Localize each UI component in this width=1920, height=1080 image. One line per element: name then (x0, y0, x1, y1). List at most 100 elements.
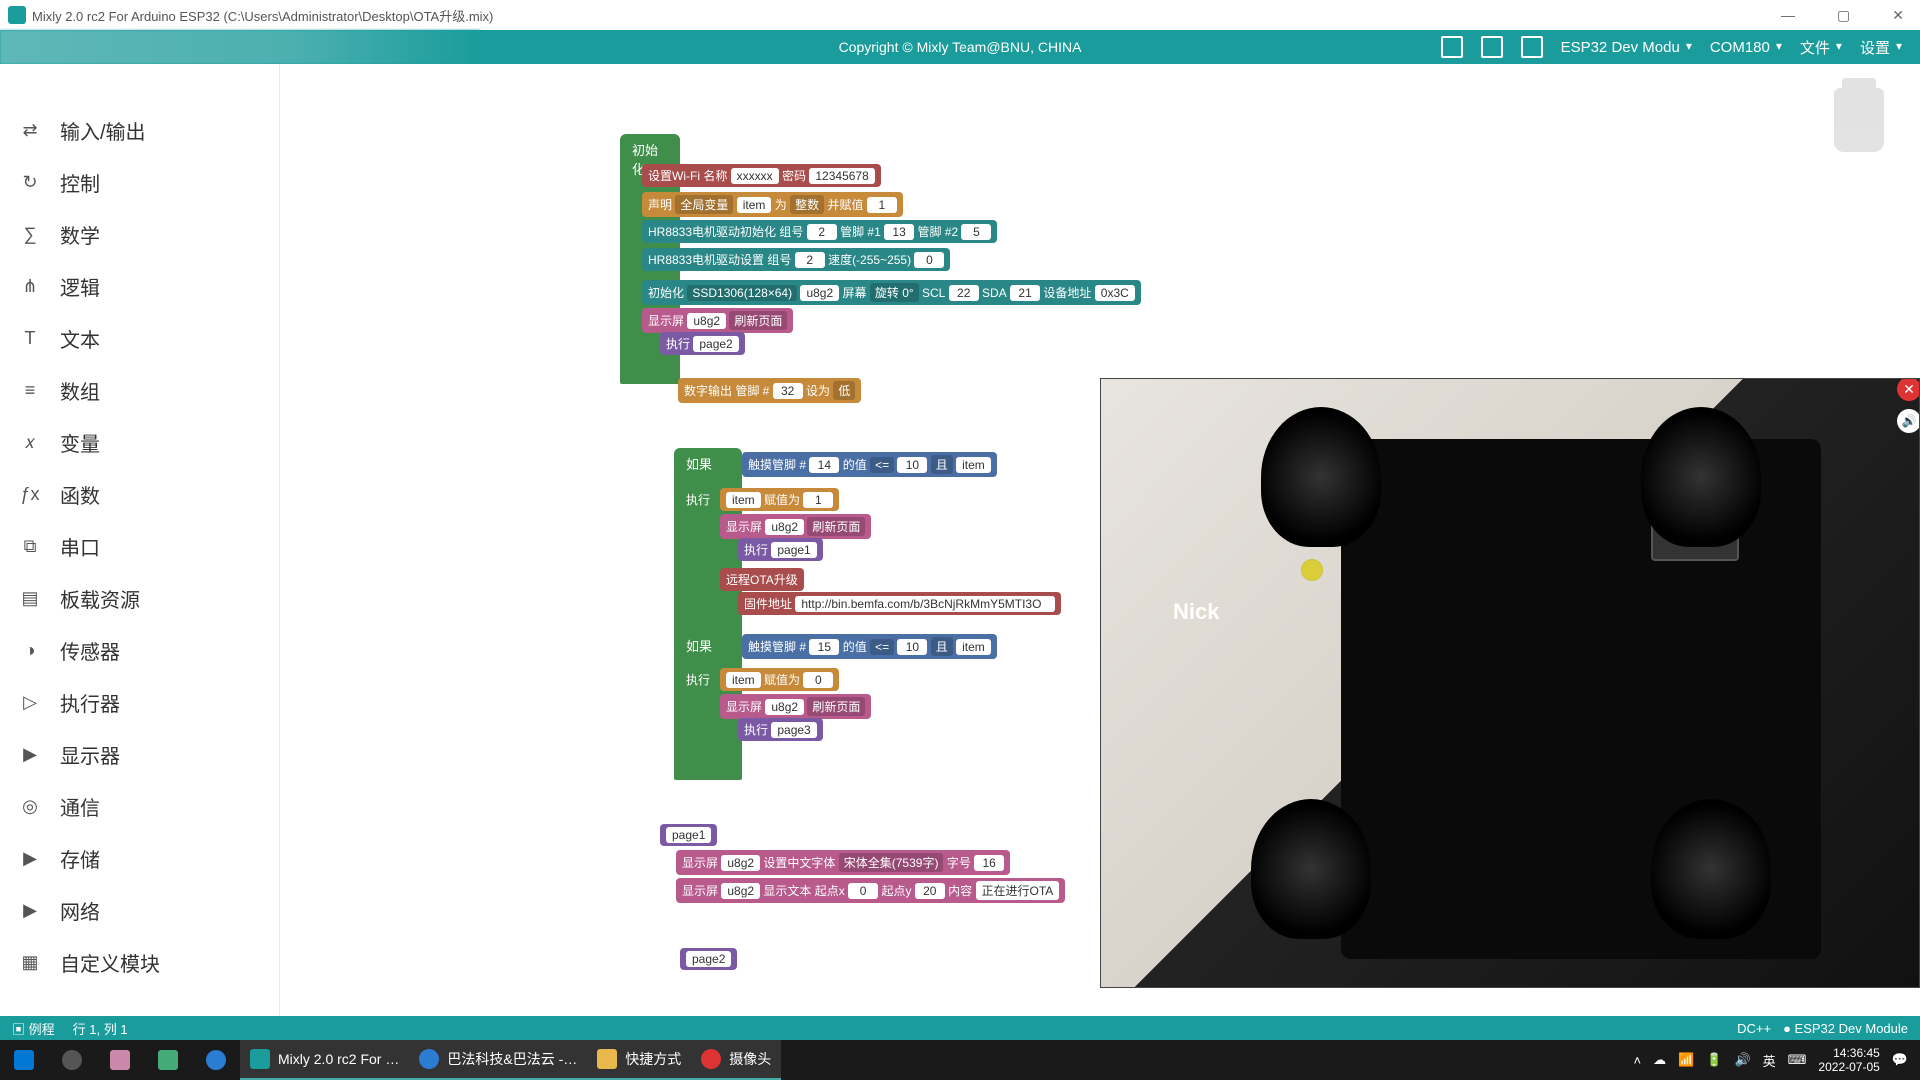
block-display-refresh-1[interactable]: 显示屏 u8g2 刷新页面 (720, 514, 871, 539)
op-field[interactable]: <= (870, 639, 894, 655)
page-name-field[interactable]: page1 (666, 827, 711, 843)
block-wifi[interactable]: 设置Wi-Fi 名称 xxxxxx 密码 12345678 (642, 164, 881, 187)
value-field[interactable]: 0 (803, 672, 833, 688)
trash-icon[interactable] (1834, 88, 1884, 152)
font-field[interactable]: 宋体全集(7539字) (839, 853, 944, 872)
layout-icon-2[interactable] (1481, 36, 1503, 58)
layout-icon-1[interactable] (1441, 36, 1463, 58)
tray-volume-icon[interactable]: 🔊 (1734, 1052, 1750, 1068)
block-canvas[interactable]: 初始化 设置Wi-Fi 名称 xxxxxx 密码 12345678 声明 全局变… (280, 64, 1920, 1040)
bus-field[interactable]: u8g2 (765, 519, 804, 535)
sidebar-item-storage[interactable]: ▶存储 (0, 832, 279, 884)
close-button[interactable]: ✕ (1884, 5, 1912, 26)
sidebar-item-variable[interactable]: 𝑥变量 (0, 416, 279, 468)
tray-clock[interactable]: 14:36:45 2022-07-05 (1818, 1046, 1879, 1075)
sda-field[interactable]: 21 (1010, 285, 1040, 301)
action-field[interactable]: 刷新页面 (729, 311, 787, 330)
threshold-field[interactable]: 10 (897, 457, 927, 473)
block-touch-cond-2[interactable]: 触摸管脚 # 15 的值 <= 10 且 item (742, 634, 997, 659)
bus-field[interactable]: u8g2 (800, 285, 839, 301)
block-touch-cond-1[interactable]: 触摸管脚 # 14 的值 <= 10 且 item (742, 452, 997, 477)
size-field[interactable]: 16 (974, 855, 1004, 871)
board-select[interactable]: ESP32 Dev Modu ▾ (1561, 39, 1692, 56)
block-display-refresh[interactable]: 显示屏 u8g2 刷新页面 (642, 308, 793, 333)
bus-field[interactable]: u8g2 (765, 699, 804, 715)
block-ota-url[interactable]: 固件地址 http://bin.bemfa.com/b/3BcNjRkMmY5M… (738, 592, 1061, 615)
action-field[interactable]: 刷新页面 (807, 517, 865, 536)
webcam-overlay[interactable]: Nick ✕ 🔊 (1100, 378, 1920, 988)
wifi-password-field[interactable]: 12345678 (809, 168, 874, 184)
pin1-field[interactable]: 13 (884, 224, 914, 240)
block-category-sidebar[interactable]: ⇄输入/输出 ↻控制 ∑数学 ⋔逻辑 T文本 ≡数组 𝑥变量 ƒx函数 ⧉串口 … (0, 64, 280, 1040)
tray-notifications-icon[interactable]: 💬 (1892, 1052, 1908, 1068)
level-field[interactable]: 低 (833, 381, 855, 400)
status-mode[interactable]: ▣ 例程 (12, 1019, 55, 1038)
block-exec-page2[interactable]: 执行 page2 (660, 332, 745, 355)
pin-field[interactable]: 15 (809, 639, 839, 655)
y-field[interactable]: 20 (915, 883, 945, 899)
block-page2-def[interactable]: page2 (680, 948, 737, 970)
block-if-container-1[interactable]: 如果 (674, 448, 742, 638)
var-field[interactable]: item (726, 492, 761, 508)
block-hr8833-set[interactable]: HR8833电机驱动设置 组号 2 速度(-255~255) 0 (642, 248, 950, 271)
and-field[interactable]: 且 (931, 637, 953, 656)
threshold-field[interactable]: 10 (897, 639, 927, 655)
block-declare[interactable]: 声明 全局变量 item 为 整数 并赋值 1 (642, 192, 903, 217)
settings-menu[interactable]: 设置 ▾ (1860, 37, 1902, 58)
scope-field[interactable]: 全局变量 (675, 195, 733, 214)
block-page1-def[interactable]: page1 (660, 824, 717, 846)
tray-wifi-icon[interactable]: 📶 (1678, 1052, 1694, 1068)
webcam-volume-button[interactable]: 🔊 (1897, 409, 1920, 433)
model-field[interactable]: SSD1306(128×64) (687, 285, 797, 301)
pin-field[interactable]: 14 (809, 457, 839, 473)
taskbar-calc[interactable] (144, 1040, 192, 1080)
rotation-field[interactable]: 旋转 0° (870, 283, 919, 302)
block-display-refresh-2[interactable]: 显示屏 u8g2 刷新页面 (720, 694, 871, 719)
sidebar-item-text[interactable]: T文本 (0, 312, 279, 364)
var-name-field[interactable]: item (737, 197, 772, 213)
sidebar-item-logic[interactable]: ⋔逻辑 (0, 260, 279, 312)
taskbar-paint[interactable] (96, 1040, 144, 1080)
block-exec-page3[interactable]: 执行 page3 (738, 718, 823, 741)
tray-onedrive-icon[interactable]: ☁ (1653, 1052, 1666, 1068)
type-field[interactable]: 整数 (790, 195, 824, 214)
tray-keyboard-icon[interactable]: ⌨ (1788, 1052, 1807, 1068)
sidebar-item-custom[interactable]: ▦自定义模块 (0, 936, 279, 988)
sidebar-item-sensor[interactable]: ◑传感器 (0, 624, 279, 676)
addr-field[interactable]: 0x3C (1095, 285, 1135, 301)
bus-field[interactable]: u8g2 (721, 883, 760, 899)
windows-taskbar[interactable]: Mixly 2.0 rc2 For … 巴法科技&巴法云 -… 快捷方式 摄像头… (0, 1040, 1920, 1080)
taskbar-mixly[interactable]: Mixly 2.0 rc2 For … (240, 1040, 409, 1080)
url-field[interactable]: http://bin.bemfa.com/b/3BcNjRkMmY5MTI3O (795, 596, 1055, 612)
bus-field[interactable]: u8g2 (687, 313, 726, 329)
value-field[interactable]: 1 (803, 492, 833, 508)
port-select[interactable]: COM180 ▾ (1710, 39, 1782, 56)
minimize-button[interactable]: — (1773, 5, 1803, 26)
x-field[interactable]: 0 (848, 883, 878, 899)
var-field[interactable]: item (956, 457, 991, 473)
layout-icon-3[interactable] (1521, 36, 1543, 58)
tray-ime[interactable]: 英 (1763, 1051, 1776, 1070)
taskbar-shortcut[interactable]: 快捷方式 (587, 1040, 691, 1080)
pin-field[interactable]: 32 (773, 383, 803, 399)
page-name-field[interactable]: page2 (686, 951, 731, 967)
taskbar-camera[interactable]: 摄像头 (691, 1040, 781, 1080)
sidebar-item-board[interactable]: ▤板载资源 (0, 572, 279, 624)
block-assign-1[interactable]: item 赋值为 1 (720, 488, 839, 511)
sidebar-item-display[interactable]: ▶显示器 (0, 728, 279, 780)
block-ota[interactable]: 远程OTA升级 (720, 568, 804, 591)
sidebar-item-control[interactable]: ↻控制 (0, 156, 279, 208)
var-field[interactable]: item (726, 672, 761, 688)
taskbar-search[interactable] (48, 1040, 96, 1080)
sidebar-item-actuator[interactable]: ▷执行器 (0, 676, 279, 728)
sidebar-item-array[interactable]: ≡数组 (0, 364, 279, 416)
action-field[interactable]: 刷新页面 (807, 697, 865, 716)
scl-field[interactable]: 22 (949, 285, 979, 301)
block-hr8833-init[interactable]: HR8833电机驱动初始化 组号 2 管脚 #1 13 管脚 #2 5 (642, 220, 997, 243)
block-exec-page1[interactable]: 执行 page1 (738, 538, 823, 561)
and-field[interactable]: 且 (931, 455, 953, 474)
sidebar-item-function[interactable]: ƒx函数 (0, 468, 279, 520)
block-assign-2[interactable]: item 赋值为 0 (720, 668, 839, 691)
maximize-button[interactable]: ▢ (1829, 5, 1858, 26)
sidebar-item-math[interactable]: ∑数学 (0, 208, 279, 260)
